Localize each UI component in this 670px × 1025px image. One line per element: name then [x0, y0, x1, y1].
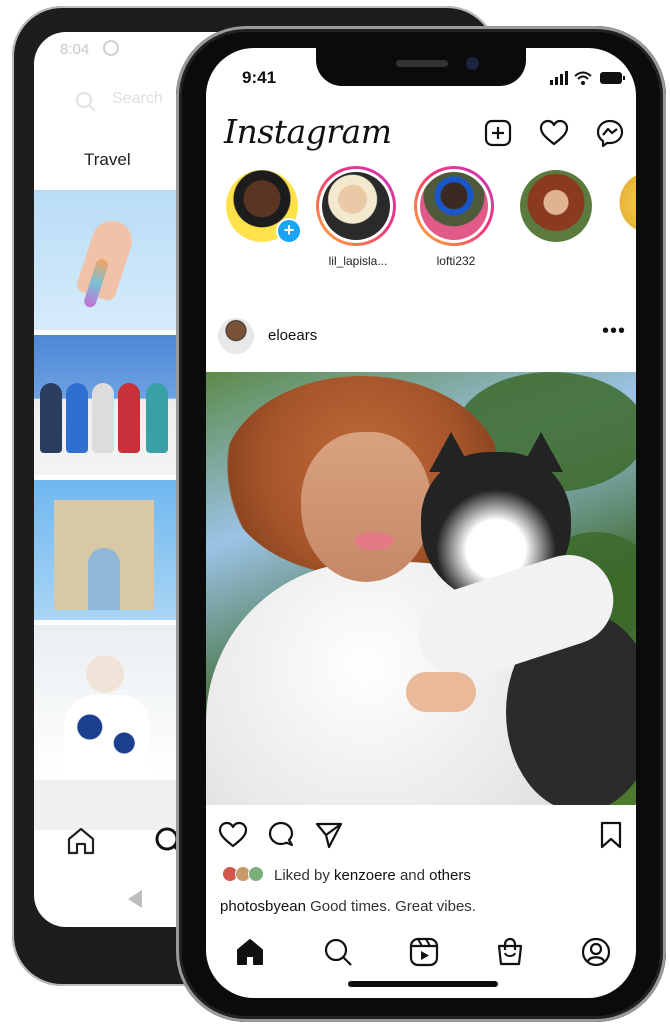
explore-tile[interactable]	[34, 335, 184, 475]
story-item[interactable]: lofti232	[414, 166, 498, 268]
woman-graphic	[56, 655, 156, 775]
stories-tray: + lil_lapisla... lofti232	[218, 166, 636, 278]
arch-graphic	[54, 500, 154, 610]
heart-icon[interactable]	[539, 118, 569, 148]
liked-others-link[interactable]: others	[429, 867, 471, 884]
liker-avatar	[248, 866, 264, 882]
home-icon[interactable]	[64, 824, 98, 858]
post-photo[interactable]	[206, 372, 636, 805]
profile-icon[interactable]	[580, 936, 612, 968]
post-actions	[218, 820, 628, 854]
caption-username[interactable]: photosbyean	[220, 898, 306, 915]
back-search-input[interactable]: Search	[112, 90, 163, 108]
person-graphic	[66, 383, 88, 453]
person-graphic	[92, 383, 114, 453]
post-header: eloears •••	[218, 318, 636, 358]
explore-tile[interactable]	[34, 480, 184, 620]
person-graphic	[118, 383, 140, 453]
story-ring	[414, 166, 494, 246]
plus-square-icon[interactable]	[483, 118, 513, 148]
share-icon[interactable]	[314, 820, 344, 850]
story-item[interactable]	[610, 166, 636, 254]
explore-tile[interactable]	[34, 780, 184, 830]
face-graphic	[301, 432, 431, 582]
hand-graphic	[74, 215, 138, 303]
lips-graphic	[354, 532, 394, 550]
front-camera-icon	[466, 57, 479, 70]
caption-text: Good times. Great vibes.	[310, 898, 476, 915]
story-item[interactable]: lil_lapisla...	[316, 166, 400, 268]
front-phone-screen: 9:41 Instagram + lil_lapisla... lofti232…	[206, 48, 636, 998]
search-icon[interactable]	[72, 88, 102, 118]
post-username[interactable]: eloears	[268, 327, 317, 344]
back-nav-icon[interactable]	[128, 890, 142, 908]
story-username: lil_lapisla...	[328, 254, 388, 268]
wifi-icon	[574, 71, 592, 85]
search-icon[interactable]	[322, 936, 354, 968]
post-caption: photosbyean Good times. Great vibes.	[220, 898, 630, 915]
messenger-icon[interactable]	[595, 118, 625, 148]
battery-icon	[600, 72, 625, 84]
person-graphic	[40, 383, 62, 453]
liked-prefix: Liked by	[274, 867, 330, 884]
story-avatar	[322, 172, 390, 240]
story-item[interactable]	[516, 166, 600, 254]
front-phone: 9:41 Instagram + lil_lapisla... lofti232…	[176, 26, 666, 1022]
post-avatar[interactable]	[218, 318, 254, 354]
more-options-icon[interactable]: •••	[602, 320, 626, 343]
story-own[interactable]: +	[222, 166, 306, 254]
notch	[316, 48, 526, 86]
status-icons	[550, 70, 626, 86]
story-ring	[610, 166, 636, 246]
bookmark-icon[interactable]	[596, 820, 626, 850]
add-story-icon[interactable]: +	[276, 218, 302, 244]
home-icon[interactable]	[234, 936, 266, 968]
liked-user-link[interactable]: kenzoere	[334, 867, 396, 884]
home-indicator[interactable]	[348, 981, 498, 987]
tab-travel[interactable]: Travel	[84, 150, 131, 170]
story-avatar	[614, 170, 636, 242]
story-username: lofti232	[436, 254, 476, 268]
story-avatar	[420, 172, 488, 240]
reels-icon[interactable]	[408, 936, 440, 968]
story-ring	[316, 166, 396, 246]
shop-icon[interactable]	[494, 936, 526, 968]
story-ring	[516, 166, 596, 246]
person-graphic	[146, 383, 168, 453]
liked-and: and	[399, 867, 425, 884]
hand-graphic	[406, 672, 476, 712]
liked-by-line: Liked by kenzoere and others	[222, 866, 632, 886]
explore-tile[interactable]	[34, 190, 184, 330]
story-avatar	[520, 170, 592, 242]
comment-icon[interactable]	[266, 820, 296, 850]
back-status-bar: 8:04	[60, 40, 120, 58]
signal-icon	[550, 71, 568, 85]
explore-tile[interactable]	[34, 625, 184, 775]
bottom-tab-bar	[206, 936, 636, 976]
camera-icon	[103, 40, 120, 56]
story-ring: +	[222, 166, 302, 246]
status-time: 9:41	[242, 68, 277, 87]
explore-grid	[34, 190, 184, 835]
like-heart-icon[interactable]	[218, 820, 248, 850]
back-status-time: 8:04	[60, 41, 90, 58]
instagram-logo: Instagram	[224, 112, 392, 151]
